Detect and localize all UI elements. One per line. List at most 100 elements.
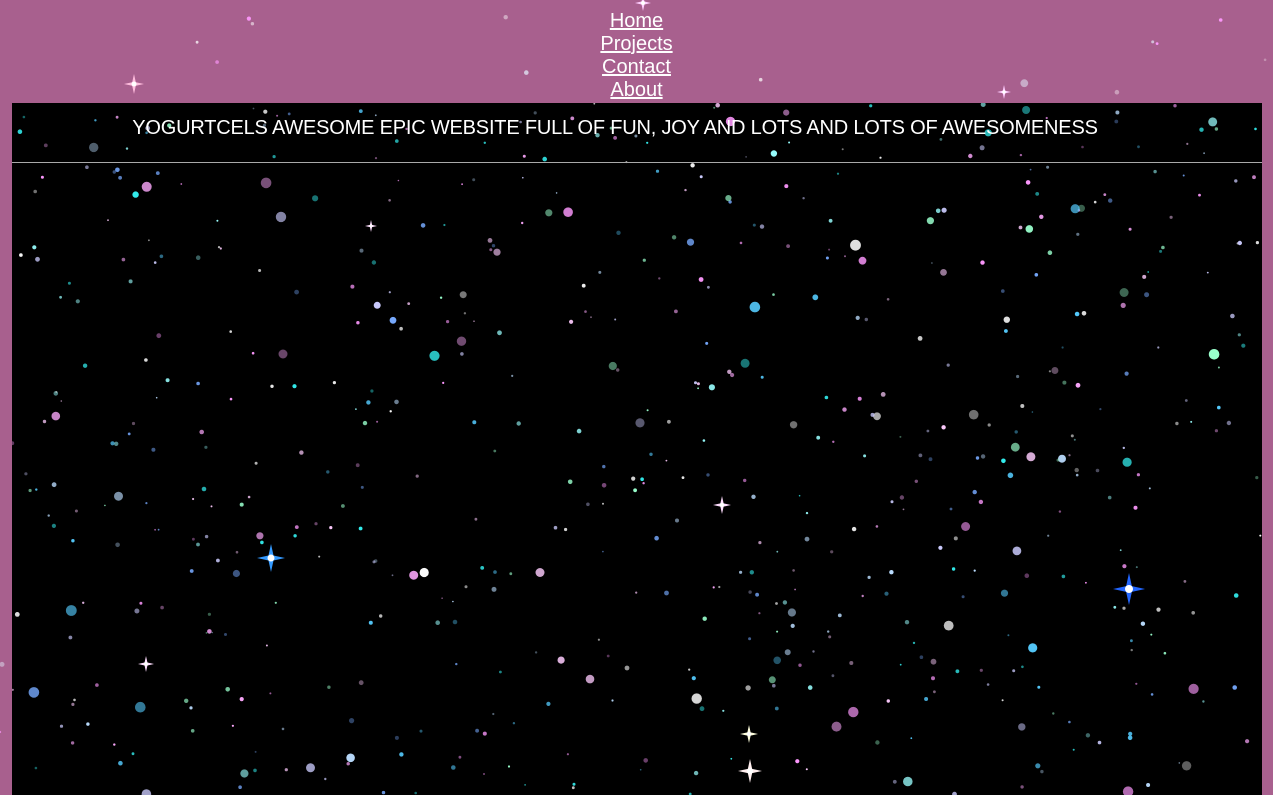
star-dot [861, 594, 864, 598]
star-dot [1040, 769, 1044, 774]
star-dot [254, 750, 257, 753]
star-dot [475, 728, 479, 733]
star-dot [1007, 472, 1014, 479]
nav-link-contact[interactable]: Contact [602, 56, 671, 79]
star-dot [1124, 371, 1129, 376]
star-dot [207, 629, 212, 634]
star-dot [1001, 699, 1004, 702]
star-dot [113, 743, 116, 746]
star-dot [693, 770, 699, 776]
star-dot [1234, 179, 1238, 183]
star-dot [949, 507, 953, 511]
star-dot [420, 223, 426, 228]
star-dot [804, 536, 810, 542]
star-dot [694, 381, 697, 385]
star-dot [979, 668, 983, 672]
star-dot [229, 397, 233, 401]
star-dot [795, 759, 800, 764]
nav-link-projects[interactable]: Projects [600, 33, 672, 56]
star-dot [933, 690, 936, 694]
star-dot [1241, 343, 1246, 348]
star-dot [1016, 374, 1020, 379]
star-dot [118, 175, 122, 180]
star-dot [1001, 458, 1006, 464]
star-dot [1135, 682, 1138, 685]
star-dot [507, 765, 511, 768]
nav-link-about[interactable]: About [610, 79, 662, 102]
star-dot [460, 352, 464, 356]
star-dot [743, 478, 747, 483]
star-dot [294, 525, 299, 529]
star-dot [204, 534, 209, 539]
star-dot [114, 441, 119, 446]
star-dot [1012, 669, 1016, 673]
star-dot [931, 262, 933, 264]
star-dot [545, 209, 553, 217]
star-dot [459, 291, 467, 299]
star-dot [1081, 311, 1087, 316]
star-dot [758, 541, 762, 545]
star-dot [1056, 458, 1060, 462]
star-dot [1175, 421, 1179, 426]
star-dot [12, 688, 14, 691]
star-dot [775, 602, 778, 605]
star-dot [299, 450, 304, 455]
star-dot [1202, 700, 1205, 703]
star-dot [1024, 573, 1030, 578]
star-dot [553, 525, 558, 530]
star-dot [1058, 510, 1062, 513]
star-dot [70, 741, 75, 745]
star-dot [880, 392, 886, 397]
star-dot [512, 722, 516, 725]
star-dot [463, 312, 467, 315]
star-dot [968, 409, 979, 420]
star-dot [1190, 420, 1193, 423]
star-dot [1255, 241, 1259, 245]
star-dot [686, 238, 695, 246]
star-dot [358, 680, 364, 686]
star-dot [602, 550, 604, 553]
star-dot [128, 279, 133, 284]
star-dot [1058, 454, 1066, 463]
star-dot [616, 230, 621, 235]
star-dot [1068, 720, 1071, 724]
star-dot [585, 674, 595, 684]
star-dot [1062, 380, 1067, 385]
star-dot [229, 330, 232, 333]
star-dot [706, 473, 710, 477]
star-dot [219, 247, 222, 250]
star-dot [941, 207, 947, 213]
star-dot [926, 217, 935, 225]
star-dot [207, 612, 211, 616]
star-dot [1020, 404, 1025, 408]
site-title: YOGURTCELS AWESOME EPIC WEBSITE FULL OF … [132, 117, 1098, 139]
star-dot [239, 502, 244, 507]
star-dot [842, 407, 847, 412]
star-dot [238, 785, 242, 789]
star-dot [349, 718, 355, 724]
star-dot [1119, 549, 1122, 552]
star-dot [397, 179, 400, 182]
star-dot [446, 320, 450, 324]
star-dot [782, 600, 788, 605]
star-dot [1217, 405, 1221, 410]
star-dot [987, 423, 991, 427]
star-dot [366, 400, 371, 405]
nav-link-home[interactable]: Home [610, 10, 663, 33]
star-dot [961, 522, 971, 531]
star-dot [28, 488, 32, 493]
star-dot [192, 497, 195, 501]
star-dot [688, 668, 691, 671]
star-dot [698, 277, 704, 282]
star-dot [1150, 693, 1154, 696]
star-dot [127, 432, 131, 436]
star-dot [373, 301, 381, 309]
star-dot [608, 361, 617, 371]
star-dot [674, 309, 678, 314]
star-dot [1169, 215, 1173, 219]
star-dot [110, 441, 115, 446]
star-dot [768, 676, 776, 684]
star-dot [356, 321, 360, 325]
star-dot [886, 699, 890, 703]
star-dot [199, 429, 204, 435]
